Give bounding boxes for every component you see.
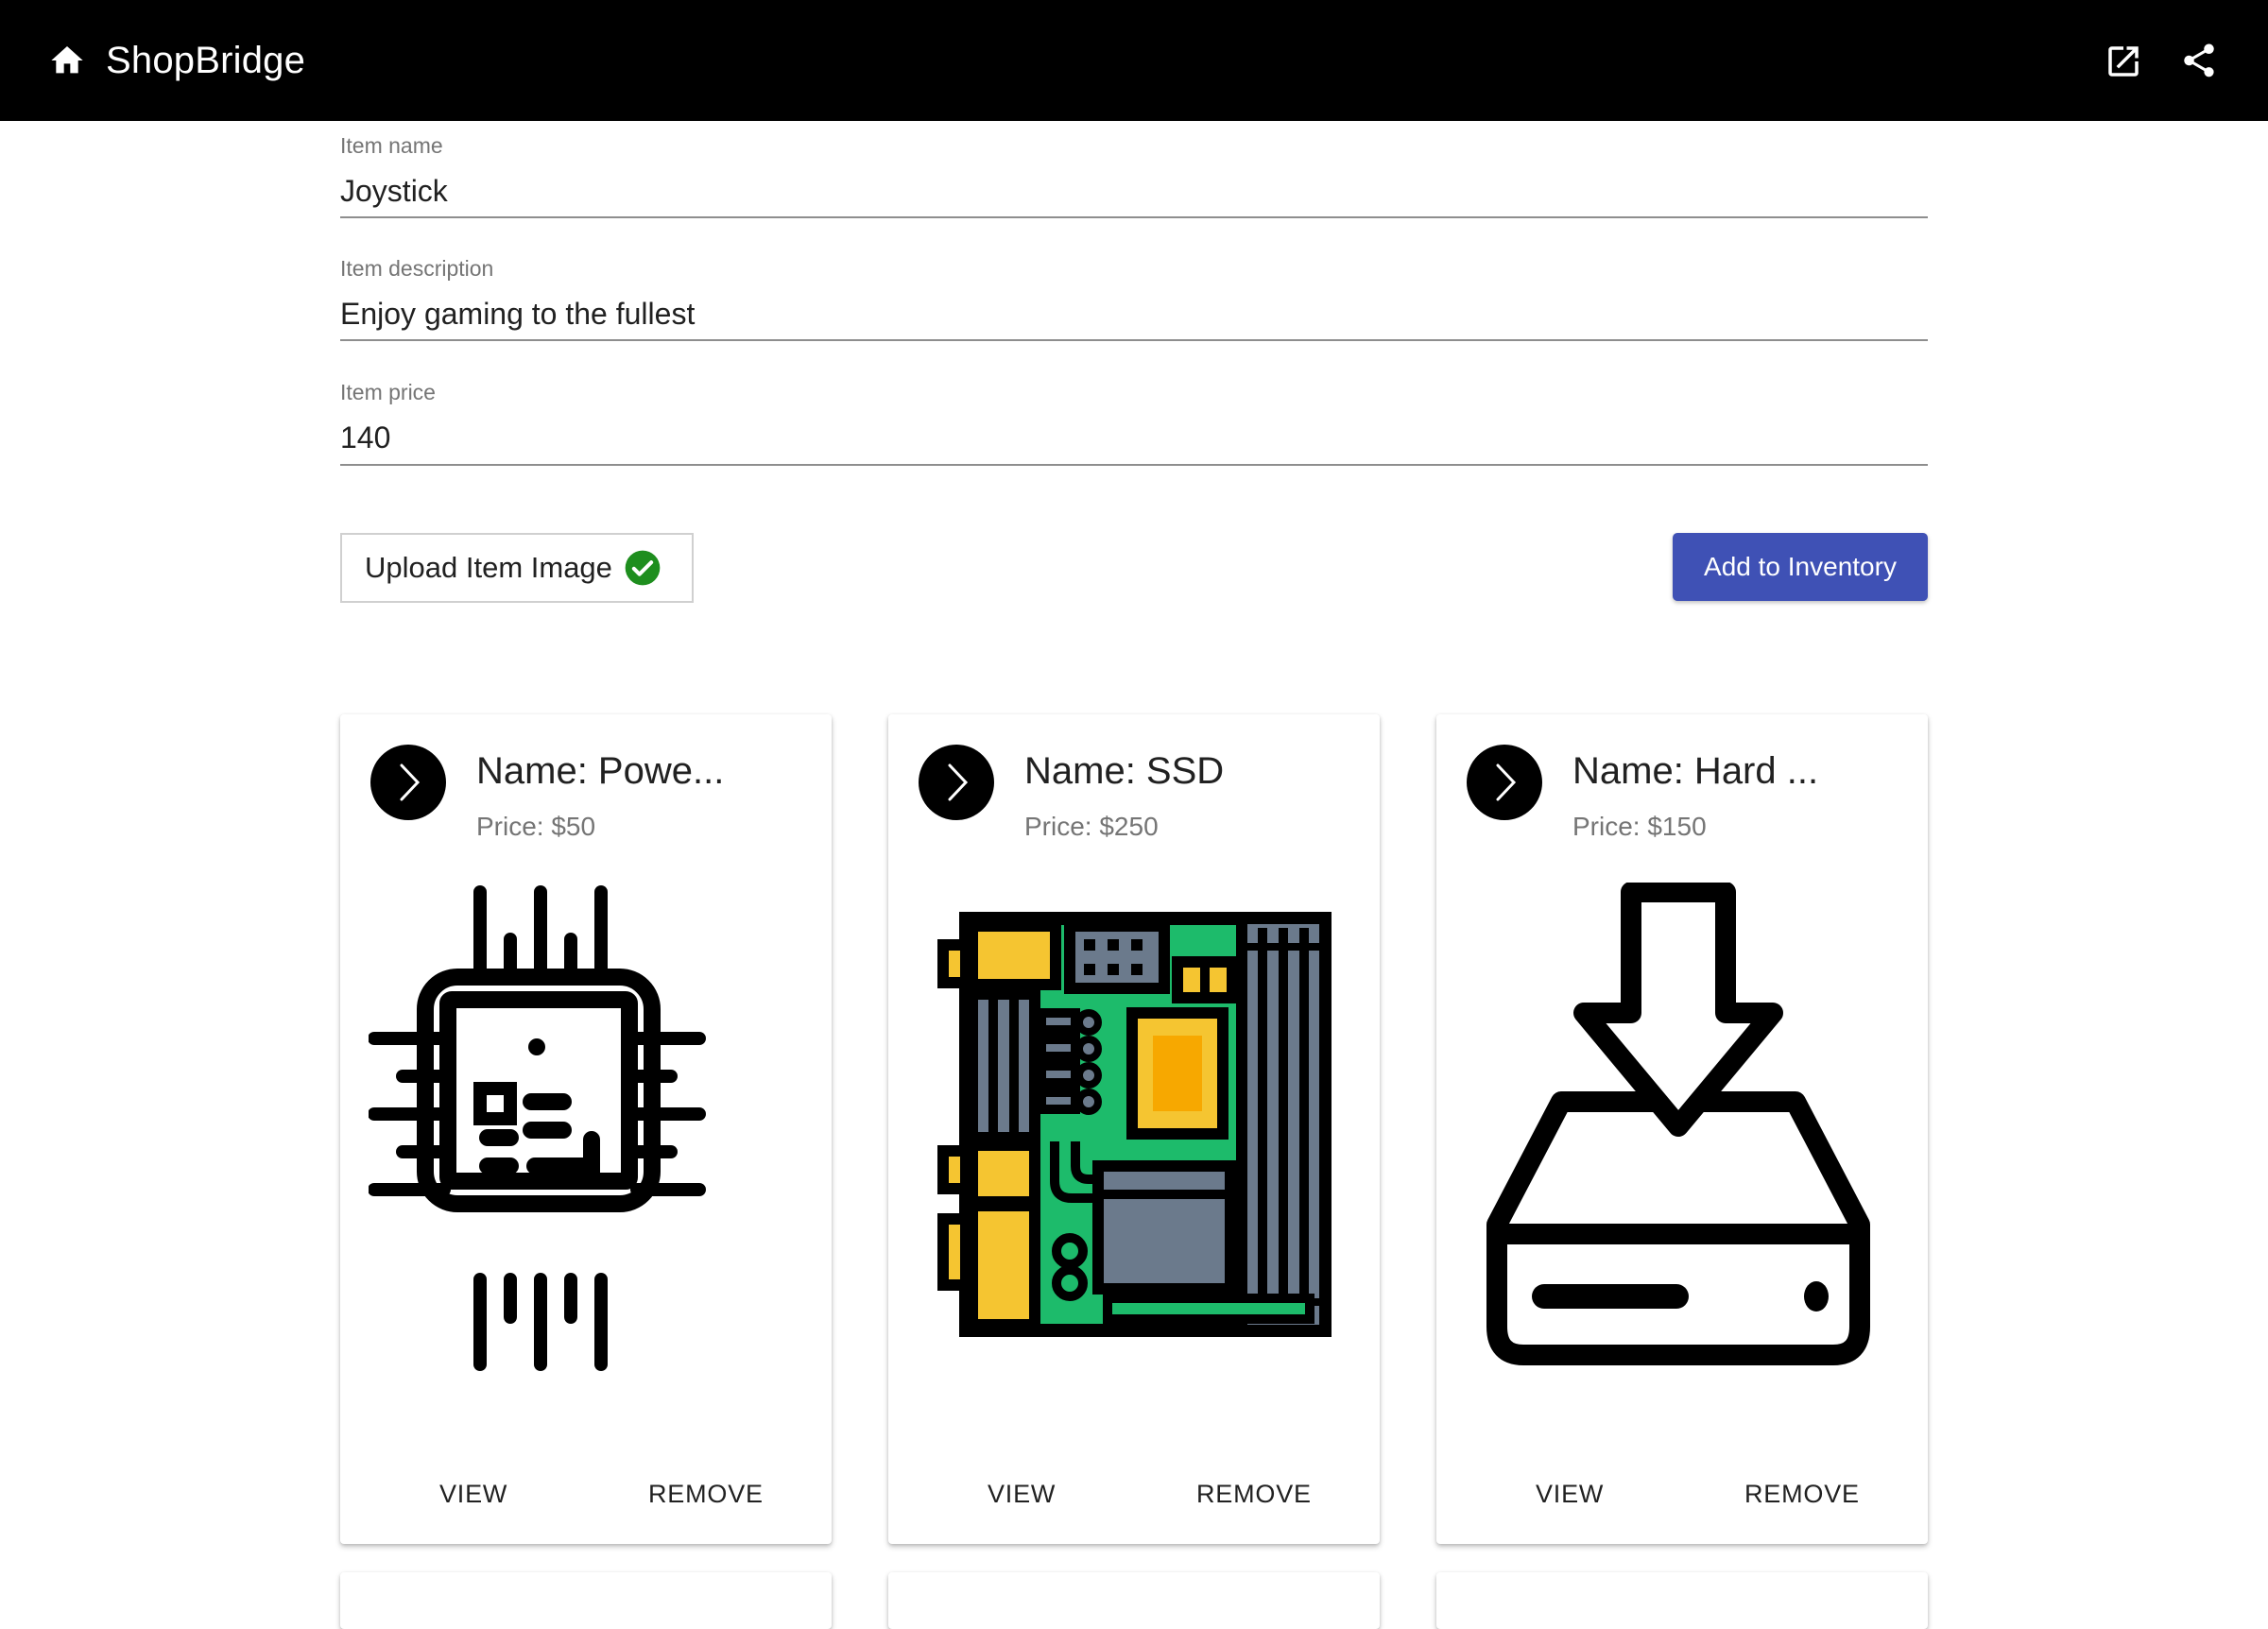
add-to-inventory-label: Add to Inventory (1704, 552, 1897, 581)
item-description-field[interactable]: Item description Enjoy gaming to the ful… (340, 255, 1928, 341)
hard-drive-download-icon (1486, 883, 1870, 1365)
product-card: Name: SSD Price: $250 VIEW REMOVE (888, 714, 1380, 1544)
product-card-partial (888, 1572, 1380, 1629)
app-title[interactable]: ShopBridge (106, 34, 305, 87)
item-name-input[interactable]: Joystick (340, 172, 1928, 210)
card-title: Name: Powe... (476, 750, 725, 792)
remove-button[interactable]: REMOVE (1744, 1480, 1860, 1509)
item-price-label: Item price (340, 380, 436, 404)
product-card: Name: Hard ... Price: $150 VIEW REMOVE (1436, 714, 1928, 1544)
check-circle-icon (625, 550, 661, 586)
cpu-chip-icon (369, 885, 706, 1371)
product-card-partial (340, 1572, 832, 1629)
product-card: Name: Powe... Price: $50 VIEW REMOVE (340, 714, 832, 1544)
home-icon[interactable] (47, 42, 87, 79)
view-button[interactable]: VIEW (439, 1480, 507, 1509)
item-description-label: Item description (340, 256, 494, 281)
card-price: Price: $250 (1024, 812, 1159, 841)
item-price-underline (340, 464, 1928, 466)
motherboard-icon (937, 912, 1332, 1337)
item-price-input[interactable]: 140 (340, 419, 1928, 456)
view-button[interactable]: VIEW (1536, 1480, 1604, 1509)
card-title: Name: SSD (1024, 750, 1225, 792)
chevron-right-avatar-icon[interactable] (370, 745, 446, 820)
upload-item-image-label: Upload Item Image (365, 551, 612, 584)
remove-button[interactable]: REMOVE (648, 1480, 764, 1509)
add-to-inventory-button[interactable]: Add to Inventory (1673, 533, 1928, 601)
card-price: Price: $150 (1572, 812, 1707, 841)
card-title: Name: Hard ... (1572, 750, 1819, 792)
item-name-field[interactable]: Item name Joystick (340, 132, 1928, 218)
item-name-underline (340, 216, 1928, 218)
item-price-field[interactable]: Item price 140 (340, 379, 1928, 466)
view-button[interactable]: VIEW (988, 1480, 1056, 1509)
chevron-right-avatar-icon[interactable] (1467, 745, 1542, 820)
remove-button[interactable]: REMOVE (1196, 1480, 1312, 1509)
share-icon[interactable] (2179, 40, 2219, 81)
item-name-label: Item name (340, 133, 443, 158)
item-description-underline (340, 339, 1928, 341)
chevron-right-avatar-icon[interactable] (919, 745, 994, 820)
product-card-partial (1436, 1572, 1928, 1629)
card-price: Price: $50 (476, 812, 596, 841)
open-in-new-icon[interactable] (2104, 42, 2143, 81)
upload-item-image-button[interactable]: Upload Item Image (340, 533, 694, 603)
app-bar: ShopBridge (0, 0, 2268, 121)
item-description-input[interactable]: Enjoy gaming to the fullest (340, 295, 1928, 333)
